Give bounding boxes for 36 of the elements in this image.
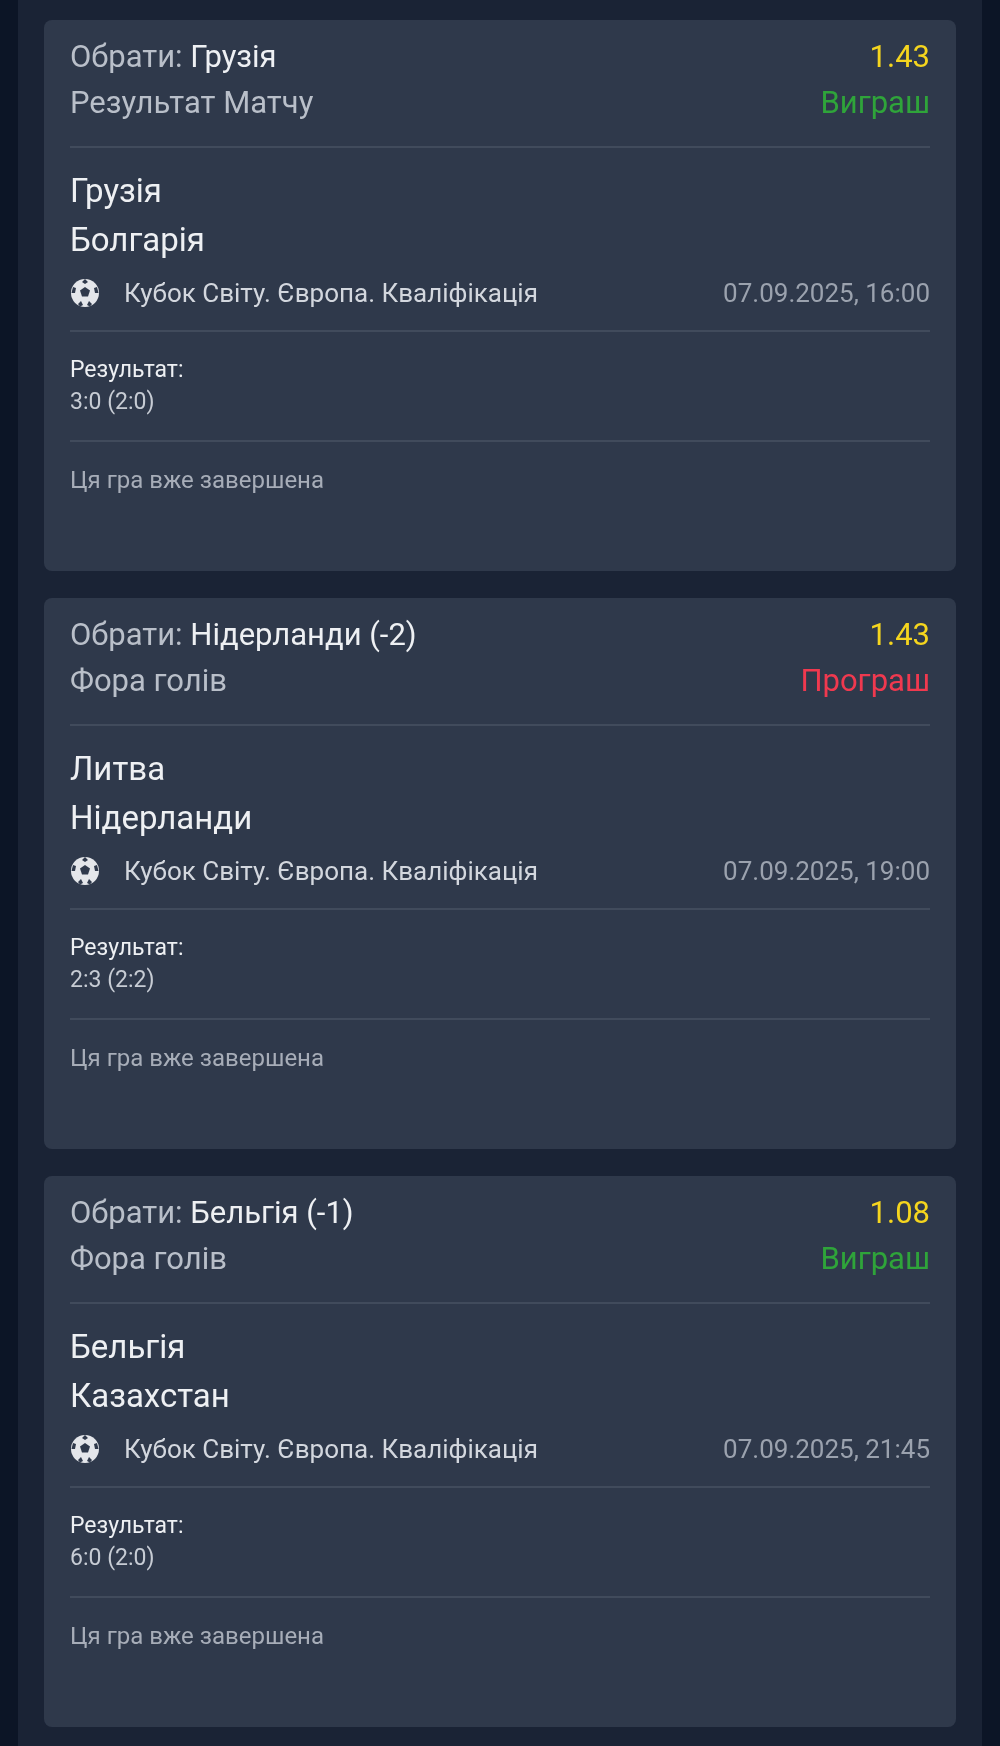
team-name: Литва [70,748,167,790]
team-name: Грузія [70,170,163,212]
match-datetime: 07.09.2025, 19:00 [723,856,930,886]
market-name: Фора голів [70,1239,227,1279]
team-name: Болгарія [70,219,206,261]
match-datetime: 07.09.2025, 21:45 [723,1434,930,1464]
soccer-ball-icon [70,1434,100,1464]
result-label: Результат: [70,1511,185,1541]
market-name: Фора голів [70,661,227,701]
tournament-name: Кубок Світу. Європа. Кваліфікація [124,1434,539,1464]
result-score: 3:0 (2:0) [70,387,156,417]
team-name: Бельгія [70,1326,187,1368]
tournament-name: Кубок Світу. Європа. Кваліфікація [124,856,539,886]
odds: 1.43 [869,37,930,77]
bet-status: Програш [800,661,930,701]
odds: 1.43 [869,615,930,655]
game-finished-note: Ця гра вже завершена [70,1621,325,1650]
game-finished-note: Ця гра вже завершена [70,1043,325,1072]
result-score: 2:3 (2:2) [70,965,156,995]
team-name: Казахстан [70,1375,231,1417]
market-name: Результат Матчу [70,83,314,123]
result-score: 6:0 (2:0) [70,1543,156,1573]
pick-label: Обрати: Нідерланди (-2) [70,615,417,655]
odds: 1.08 [869,1193,930,1233]
result-label: Результат: [70,933,185,963]
bet-status: Виграш [820,1239,930,1279]
team-name: Нідерланди [70,797,254,839]
soccer-ball-icon [70,278,100,308]
result-label: Результат: [70,355,185,385]
pick-label: Обрати: Грузія [70,37,277,77]
soccer-ball-icon [70,856,100,886]
bet-status: Виграш [820,83,930,123]
match-datetime: 07.09.2025, 16:00 [723,278,930,308]
pick-label: Обрати: Бельгія (-1) [70,1193,354,1233]
tournament-name: Кубок Світу. Європа. Кваліфікація [124,278,539,308]
game-finished-note: Ця гра вже завершена [70,465,325,494]
